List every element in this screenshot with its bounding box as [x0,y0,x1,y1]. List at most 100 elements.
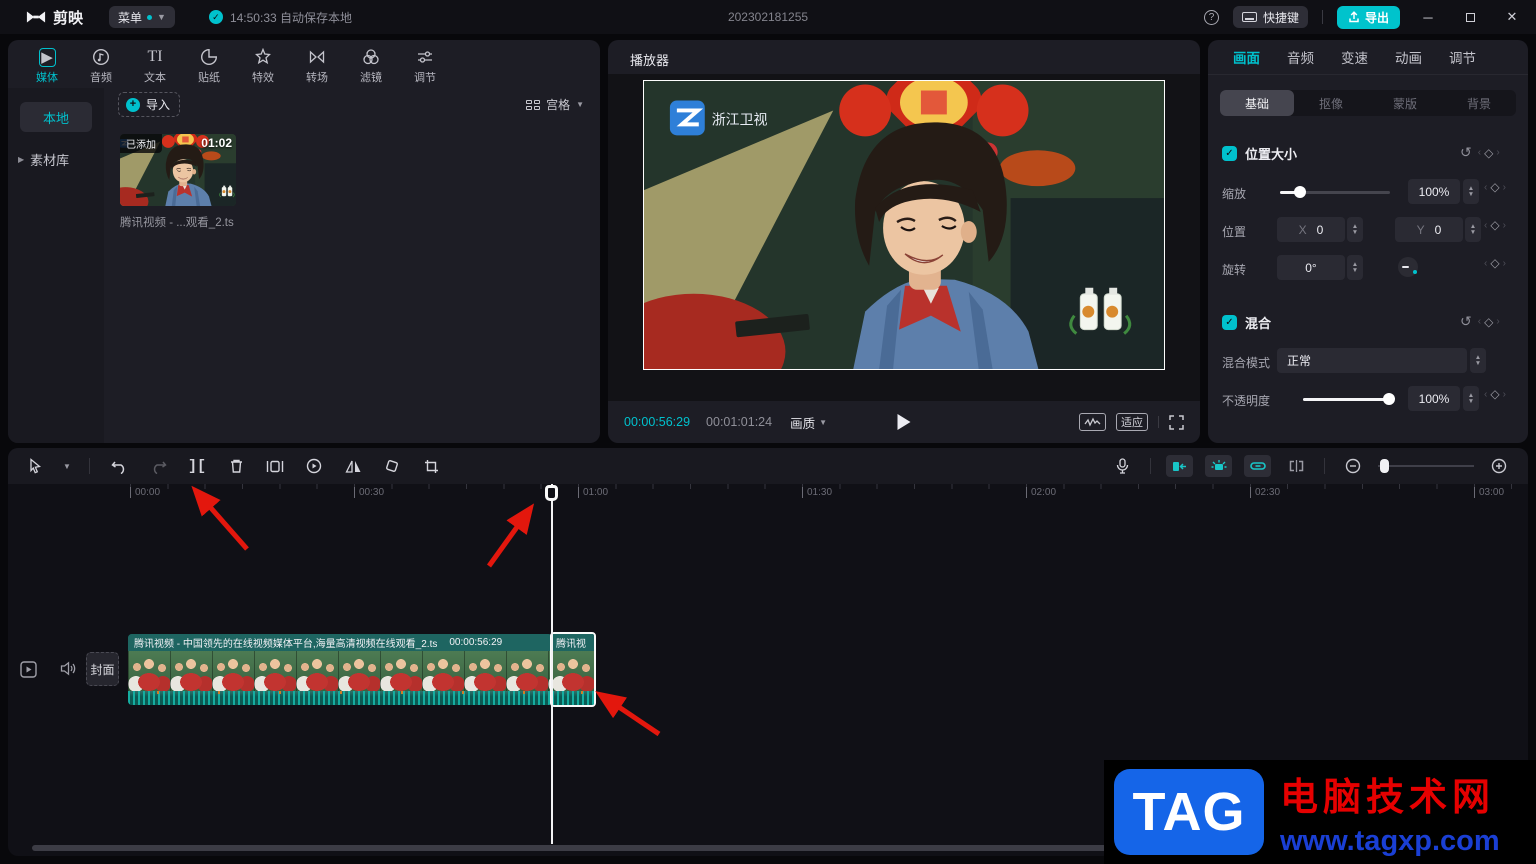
opacity-value[interactable]: 100% [1408,386,1460,411]
track-mute-icon[interactable] [60,661,77,681]
tab-filters[interactable]: 滤镜 [344,44,398,88]
media-play-icon: ▶ [38,47,56,67]
keyframe-control[interactable]: ‹ ◇ › [1484,387,1506,401]
opacity-slider[interactable] [1303,386,1395,412]
text-icon: TI [147,48,163,65]
upload-icon [1349,11,1359,23]
play-button[interactable] [897,414,911,430]
tab-speed[interactable]: 变速 [1341,47,1368,67]
media-clip-thumbnail[interactable]: 已添加 01:02 [120,134,236,206]
select-tool-chevron-icon[interactable]: ▼ [61,453,73,479]
subtab-cutout[interactable]: 抠像 [1294,90,1368,116]
position-y-field[interactable]: Y 0 [1395,217,1463,242]
timeline-zoom-slider[interactable] [1378,459,1474,473]
tab-picture[interactable]: 画面 [1233,47,1260,67]
quality-dropdown[interactable]: 画质 ▼ [790,413,827,432]
subtab-basic[interactable]: 基础 [1220,90,1294,116]
fit-button[interactable]: 适应 [1116,413,1148,431]
record-voiceover-button[interactable] [1109,453,1135,479]
media-tabbar: ▶ 媒体 音频 TI 文本 贴纸 特效 转场 滤镜 调节 [20,44,452,88]
tab-sticker[interactable]: 贴纸 [182,44,236,88]
playhead-handle[interactable] [545,485,558,501]
tab-media[interactable]: ▶ 媒体 [20,44,74,88]
keyframe-diamond-icon[interactable]: ◇ [1484,146,1493,160]
titlebar: 剪映 菜单 ▼ ✓ 14:50:33 自动保存本地 202302181255 ?… [0,0,1536,34]
opacity-stepper[interactable]: ▲ ▼ [1463,386,1479,411]
ruler-label: 00:00 [130,487,160,498]
shortcuts-button[interactable]: 快捷键 [1232,6,1308,28]
reverse-tool[interactable] [301,453,327,479]
linkage-toggle[interactable] [1244,455,1271,477]
view-mode-selector[interactable]: 宫格 ▼ [526,96,584,113]
tab-text[interactable]: TI 文本 [128,44,182,88]
position-y-stepper[interactable]: ▲ ▼ [1465,217,1481,242]
sidebar-item-local[interactable]: 本地 [20,102,92,132]
import-label: 导入 [146,98,171,112]
keyframe-control[interactable]: ‹ ◇ › [1484,218,1506,232]
zoom-in-button[interactable] [1486,453,1512,479]
tab-animation[interactable]: 动画 [1395,47,1422,67]
export-button[interactable]: 导出 [1336,5,1400,29]
minimize-button[interactable]: ─ [1414,10,1442,25]
redo-button[interactable] [145,453,171,479]
track-hide-icon[interactable] [20,661,37,683]
rotate-field[interactable]: 0° [1277,255,1345,280]
checkbox-position-checked[interactable]: ✓ [1222,146,1237,161]
blend-mode-select[interactable]: 正常 [1277,348,1467,373]
timeline-clip-1[interactable]: 腾讯视频 - 中国领先的在线视频媒体平台,海量高清视频在线观看_2.ts 00:… [128,634,552,705]
rotate-tool[interactable] [379,453,405,479]
scale-slider[interactable] [1280,179,1390,205]
help-icon[interactable]: ? [1203,9,1219,25]
cover-button[interactable]: 封面 [86,652,119,686]
timeline-ruler[interactable]: 00:00 00:30 01:00 01:30 02:00 02:30 03:0… [8,484,1528,502]
playhead-line[interactable] [551,484,553,844]
sidebar-item-library[interactable]: ▶ 素材库 [18,150,69,169]
rotate-knob[interactable] [1398,257,1418,277]
maximize-button[interactable] [1456,10,1484,25]
auto-snap-toggle[interactable] [1205,455,1232,477]
tab-effects[interactable]: 特效 [236,44,290,88]
scale-value[interactable]: 100% [1408,179,1460,204]
timeline-clip-2-selected[interactable]: 腾讯视 [550,632,596,707]
close-button[interactable]: ✕ [1498,9,1526,25]
tab-adjust-props[interactable]: 调节 [1449,47,1476,67]
crop-tool[interactable] [418,453,444,479]
position-x-field[interactable]: X 0 [1277,217,1345,242]
fullscreen-icon[interactable] [1169,414,1184,430]
delete-tool[interactable] [223,453,249,479]
waveform-preview-toggle[interactable] [1079,413,1106,431]
freeze-frame-tool[interactable] [262,453,288,479]
total-time: 00:01:01:24 [706,415,773,429]
reset-icon[interactable]: ↺ [1460,144,1472,161]
position-label: 位置 [1222,225,1247,239]
keyframe-control[interactable]: ‹ ◇ › [1484,180,1506,194]
import-button[interactable]: + 导入 [118,92,180,117]
position-x-stepper[interactable]: ▲ ▼ [1347,217,1363,242]
rotate-stepper[interactable]: ▲ ▼ [1347,255,1363,280]
subtab-mask[interactable]: 蒙版 [1368,90,1442,116]
clip1-waveform [128,691,552,705]
split-tool[interactable]: ][ [184,453,210,479]
blend-mode-stepper[interactable]: ▲ ▼ [1470,348,1486,373]
ruler-label: 02:30 [1250,487,1280,498]
keyframe-control[interactable]: ‹ ◇ › [1478,146,1500,160]
subtab-background[interactable]: 背景 [1442,90,1516,116]
divider [1208,74,1528,75]
video-preview[interactable] [643,80,1165,370]
reset-icon[interactable]: ↺ [1460,313,1472,330]
checkbox-blend-checked[interactable]: ✓ [1222,315,1237,330]
tab-transitions[interactable]: 转场 [290,44,344,88]
keyframe-control[interactable]: ‹ ◇ › [1484,256,1506,270]
keyframe-control[interactable]: ‹ ◇ › [1478,315,1500,329]
tab-adjust[interactable]: 调节 [398,44,452,88]
zoom-out-button[interactable] [1340,453,1366,479]
preview-axis-toggle[interactable] [1283,453,1309,479]
main-track-magnet-toggle[interactable] [1166,455,1193,477]
select-tool[interactable] [22,453,48,479]
properties-tabbar: 画面 音频 变速 动画 调节 [1233,40,1476,74]
undo-button[interactable] [106,453,132,479]
mirror-tool[interactable] [340,453,366,479]
scale-stepper[interactable]: ▲ ▼ [1463,179,1479,204]
tab-audio-props[interactable]: 音频 [1287,47,1314,67]
tab-audio[interactable]: 音频 [74,44,128,88]
